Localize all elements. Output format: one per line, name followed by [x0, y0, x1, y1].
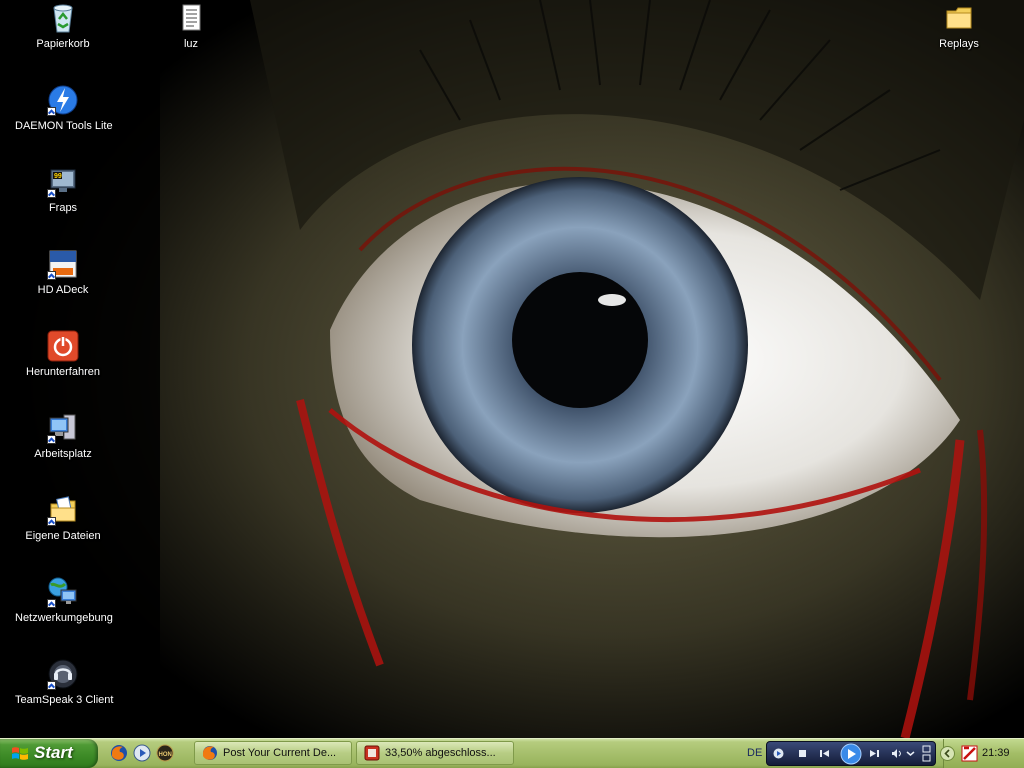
- stop-icon[interactable]: [797, 748, 808, 759]
- play-icon[interactable]: [840, 743, 862, 765]
- svg-text:HON: HON: [159, 752, 172, 758]
- firefox-icon: [111, 745, 127, 761]
- volume-icon[interactable]: [891, 748, 902, 759]
- my-documents-icon: [47, 494, 79, 526]
- desktop-icon-luz[interactable]: luz: [143, 2, 239, 51]
- media-player-icon: [133, 744, 151, 762]
- clock[interactable]: 21:39: [982, 747, 1010, 759]
- taskbar-button-firefox[interactable]: Post Your Current De...: [194, 741, 352, 765]
- media-player-toolbar: [766, 741, 936, 766]
- desktop-icon-arbeitsplatz[interactable]: Arbeitsplatz: [15, 412, 111, 461]
- antivirus-tray-icon[interactable]: [961, 745, 978, 762]
- start-button[interactable]: Start: [0, 739, 98, 768]
- firefox-icon: [203, 746, 217, 760]
- desktop-icon-label: luz: [183, 38, 199, 50]
- taskbar-button-label: Post Your Current De...: [223, 747, 337, 759]
- shortcut-arrow-icon: [47, 681, 56, 690]
- shortcut-arrow-icon: [47, 435, 56, 444]
- desktop-icon-eigene-dateien[interactable]: Eigene Dateien: [15, 494, 111, 543]
- shortcut-arrow-icon: [47, 517, 56, 526]
- download-icon: [364, 745, 380, 761]
- desktop-icon-label: Papierkorb: [36, 38, 90, 50]
- desktop-icon-papierkorb[interactable]: Papierkorb: [15, 2, 111, 51]
- eye-wallpaper-image: [0, 0, 1024, 738]
- desktop-icon-label: Replays: [939, 38, 979, 50]
- power-icon: [47, 330, 79, 362]
- desktop-icon-herunterfahren[interactable]: Herunterfahren: [15, 330, 111, 379]
- desktop-icon-netzwerkumgebung[interactable]: Netzwerkumgebung: [15, 576, 113, 625]
- fraps-icon: 99: [47, 166, 79, 198]
- desktop-icon-daemon-tools-lite[interactable]: DAEMON Tools Lite: [15, 84, 113, 133]
- shortcut-arrow-icon: [47, 271, 56, 280]
- windows-logo-icon: [12, 747, 28, 760]
- desktop-icon-teamspeak-3-client[interactable]: TeamSpeak 3 Client: [15, 658, 114, 707]
- show-hidden-icons-chevron-icon[interactable]: [940, 746, 955, 761]
- recycle-bin-icon: [47, 2, 79, 34]
- my-computer-icon: [47, 412, 79, 444]
- desktop-icon-label: DAEMON Tools Lite: [15, 120, 113, 132]
- shortcut-arrow-icon: [47, 107, 56, 116]
- desktop-icon-label: Herunterfahren: [26, 366, 100, 378]
- previous-track-icon[interactable]: [819, 748, 830, 759]
- hd-adeck-icon: [47, 248, 79, 280]
- daemon-tools-icon: [47, 84, 79, 116]
- quicklaunch-media-player[interactable]: [133, 744, 151, 762]
- folder-icon: [943, 2, 975, 34]
- quicklaunch-hon[interactable]: HON: [156, 744, 174, 762]
- taskbar-button-label: 33,50% abgeschloss...: [385, 747, 496, 759]
- svg-text:99: 99: [54, 173, 62, 180]
- desktop-icon-label: Arbeitsplatz: [34, 448, 92, 460]
- teamspeak-icon: [47, 658, 79, 690]
- desktop-icon-label: Eigene Dateien: [25, 530, 101, 542]
- desktop-icon-replays[interactable]: Replays: [911, 2, 1007, 51]
- shortcut-arrow-icon: [47, 599, 56, 608]
- quicklaunch-firefox[interactable]: [110, 744, 128, 762]
- language-indicator[interactable]: DE: [747, 747, 762, 759]
- desktop-icon-label: TeamSpeak 3 Client: [15, 694, 114, 706]
- network-icon: [47, 576, 79, 608]
- desktop-icon-fraps[interactable]: 99 Fraps: [15, 166, 111, 215]
- next-track-icon[interactable]: [869, 748, 880, 759]
- media-player-icon[interactable]: [773, 748, 784, 759]
- start-label: Start: [34, 743, 73, 762]
- chevron-down-icon[interactable]: [905, 748, 916, 759]
- desktop-icon-label: Fraps: [48, 202, 78, 214]
- desktop-wallpaper[interactable]: [0, 0, 1024, 738]
- desktop-icon-label: HD ADeck: [37, 284, 89, 296]
- taskbar: Start HON Post Your Current De... 33,50%…: [0, 738, 1024, 768]
- desktop-icon-hd-adeck[interactable]: HD ADeck: [15, 248, 111, 297]
- taskbar-button-download[interactable]: 33,50% abgeschloss...: [356, 741, 514, 765]
- restore-player-icon[interactable]: [922, 745, 931, 762]
- text-file-icon: [175, 2, 207, 34]
- hon-icon: HON: [156, 744, 174, 762]
- shortcut-arrow-icon: [47, 189, 56, 198]
- desktop-icon-label: Netzwerkumgebung: [15, 612, 113, 624]
